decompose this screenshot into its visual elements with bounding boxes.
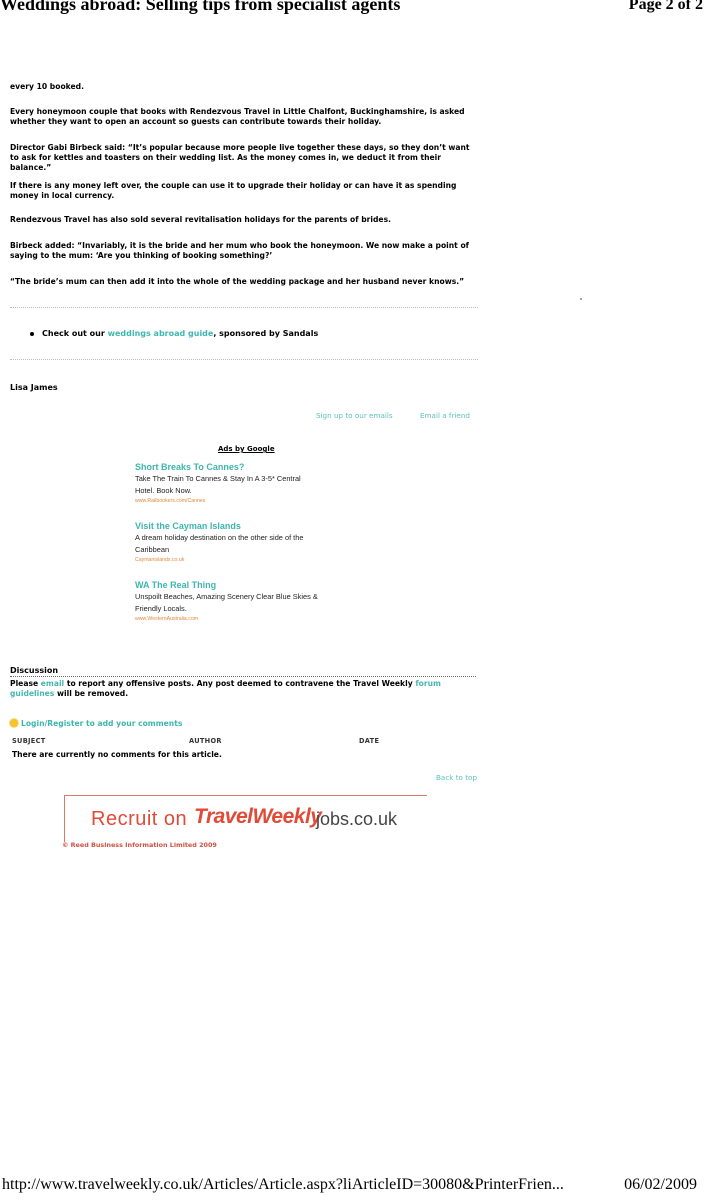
- discussion-rule: [10, 676, 476, 677]
- ad-item[interactable]: Visit the Cayman Islands A dream holiday…: [135, 521, 365, 564]
- email-friend-link[interactable]: Email a friend: [420, 411, 470, 420]
- ad-description: Hotel. Book Now.: [135, 486, 192, 495]
- column-author: AUTHOR: [189, 737, 222, 745]
- article-paragraph: Director Gabi Birbeck said: “It’s popula…: [10, 143, 470, 172]
- promo-prefix: Check out our: [42, 329, 108, 338]
- bullet-icon: [30, 331, 34, 336]
- article-paragraph: Rendezvous Travel has also sold several …: [10, 215, 391, 224]
- author-name: Lisa James: [10, 383, 58, 392]
- article-paragraph: “The bride’s mum can then add it into th…: [10, 277, 465, 286]
- back-to-top-link[interactable]: Back to top: [436, 773, 477, 782]
- column-subject: SUBJECT: [12, 737, 46, 745]
- signup-emails-link[interactable]: Sign up to our emails: [316, 411, 393, 420]
- ad-url[interactable]: www.WesternAustralia.com: [135, 615, 365, 623]
- login-label[interactable]: Login/Register to add your comments: [21, 719, 182, 728]
- separator: [10, 359, 478, 360]
- discussion-notice: Please email to report any offensive pos…: [10, 679, 480, 698]
- ads-heading[interactable]: Ads by Google: [218, 445, 275, 453]
- ad-description: Friendly Locals.: [135, 604, 187, 613]
- article-paragraph: Birbeck added: “Invariably, it is the br…: [10, 241, 469, 260]
- banner-domain-text[interactable]: jobs.co.uk: [316, 809, 397, 830]
- login-register-link[interactable]: Login/Register to add your comments: [10, 719, 182, 728]
- notice-text: will be removed.: [54, 688, 129, 698]
- article-paragraph: If there is any money left over, the cou…: [10, 181, 457, 200]
- ad-item[interactable]: Short Breaks To Cannes? Take The Train T…: [135, 462, 365, 505]
- ad-url[interactable]: www.Railbookers.com/Cannes: [135, 497, 365, 505]
- discussion-heading: Discussion: [10, 666, 59, 675]
- ad-description: Unspoilt Beaches, Amazing Scenery Clear …: [135, 592, 318, 601]
- banner-recruit-text[interactable]: Recruit on: [91, 808, 187, 831]
- banner-brand-logo[interactable]: TravelWeekly: [194, 805, 322, 829]
- notice-text: Please: [10, 679, 41, 688]
- ad-description: Caribbean: [135, 545, 170, 554]
- print-page-number: Page 2 of 2: [628, 0, 703, 13]
- scan-speck: [580, 298, 582, 300]
- sun-icon: [10, 719, 18, 727]
- ad-description: Take The Train To Cannes & Stay In A 3-5…: [135, 474, 301, 483]
- no-comments-text: There are currently no comments for this…: [12, 750, 222, 759]
- email-link[interactable]: email: [41, 679, 64, 688]
- separator: [10, 307, 478, 308]
- ad-title[interactable]: Short Breaks To Cannes?: [135, 462, 365, 473]
- article-paragraph: every 10 booked.: [10, 82, 84, 91]
- notice-text: to report any offensive posts. Any post …: [64, 679, 416, 688]
- ad-url[interactable]: Caymanislands.co.uk: [135, 556, 365, 564]
- column-date: DATE: [359, 737, 380, 745]
- ad-description: A dream holiday destination on the other…: [135, 533, 304, 542]
- promo-suffix: , sponsored by Sandals: [213, 329, 319, 338]
- print-footer-url: http://www.travelweekly.co.uk/Articles/A…: [2, 1176, 564, 1193]
- ad-title[interactable]: Visit the Cayman Islands: [135, 521, 365, 532]
- print-footer-date: 06/02/2009: [624, 1176, 697, 1193]
- ad-title[interactable]: WA The Real Thing: [135, 580, 365, 591]
- copyright: © Reed Business Information Limited 2009: [62, 841, 217, 849]
- print-header-title: Weddings abroad: Selling tips from speci…: [0, 0, 401, 14]
- article-paragraph: Every honeymoon couple that books with R…: [10, 107, 465, 126]
- weddings-guide-link[interactable]: weddings abroad guide: [108, 329, 214, 338]
- ad-item[interactable]: WA The Real Thing Unspoilt Beaches, Amaz…: [135, 580, 365, 623]
- promo-line: Check out our weddings abroad guide, spo…: [30, 329, 318, 338]
